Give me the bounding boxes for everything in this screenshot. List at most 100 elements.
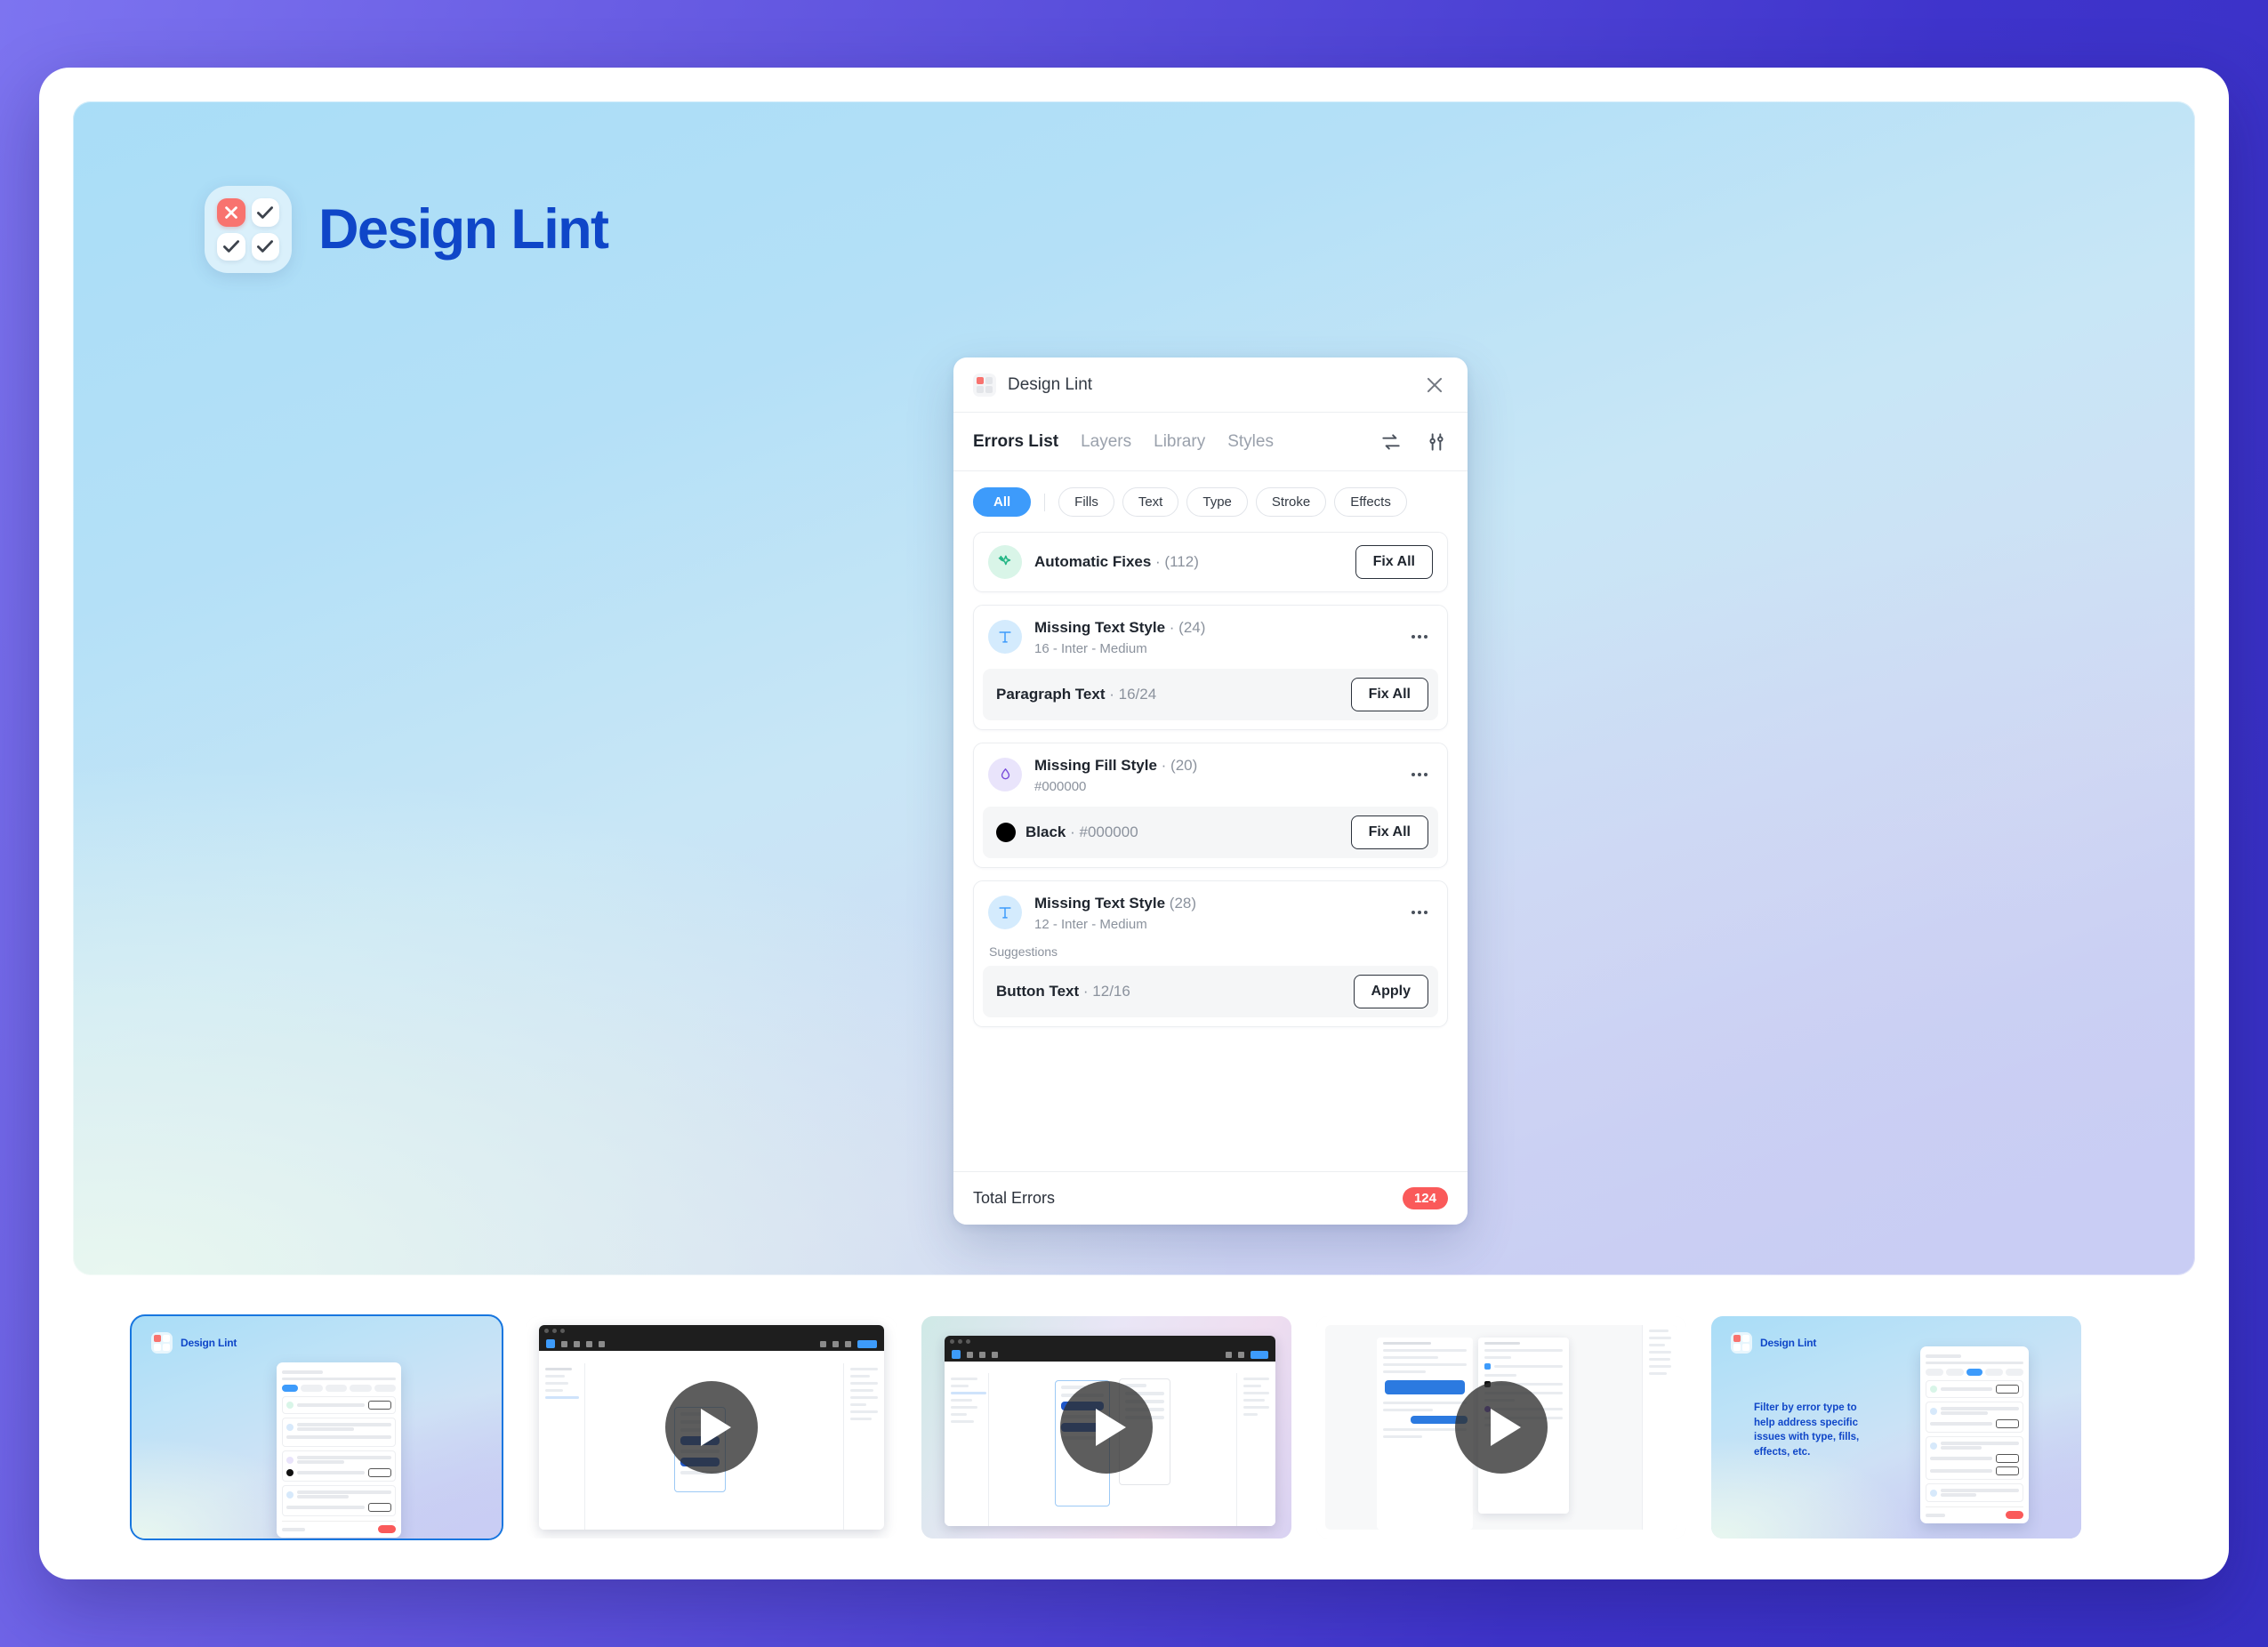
error-group-missing-text-style-28: Missing Text Style (28) 12 - Inter - Med…	[973, 880, 1448, 1027]
item-label: Paragraph Text · 16/24	[996, 686, 1341, 703]
layers-pane	[945, 1373, 989, 1526]
editor-titlebar	[945, 1336, 1275, 1362]
more-options-icon[interactable]	[1406, 623, 1433, 650]
filter-chip-text[interactable]: Text	[1122, 487, 1179, 517]
error-group-automatic-fixes: Automatic Fixes · (112) Fix All	[973, 532, 1448, 592]
table-row[interactable]: Missing Text Style · (24) 16 - Inter - M…	[974, 606, 1447, 669]
list-item[interactable]: Button Text · 12/16 Apply	[983, 965, 1438, 1017]
brand: Design Lint	[205, 186, 609, 273]
group-subtitle: #000000	[1034, 778, 1087, 794]
fix-all-button[interactable]: Fix All	[1355, 545, 1433, 579]
tab-errors-list[interactable]: Errors List	[973, 432, 1058, 452]
lint-grid-logo-icon	[151, 1332, 173, 1354]
item-name: Paragraph Text	[996, 685, 1106, 703]
table-row[interactable]: Automatic Fixes · (112) Fix All	[974, 533, 1447, 591]
group-title-label: Missing Fill Style	[1034, 756, 1157, 774]
close-icon[interactable]	[1421, 372, 1448, 398]
layers-pane	[539, 1363, 585, 1530]
app-card: Design Lint Design Lint Errors List Laye…	[39, 68, 2229, 1579]
thumbnail-image	[1316, 1316, 1686, 1539]
settings-sliders-icon[interactable]	[1425, 430, 1448, 454]
more-options-icon[interactable]	[1406, 761, 1433, 788]
plugin-footer: Total Errors 124	[953, 1171, 1468, 1225]
divider	[1044, 493, 1046, 511]
fill-drop-icon	[988, 758, 1022, 792]
row-text: Missing Fill Style · (20) #000000	[1034, 756, 1394, 794]
logo-tile-check-1	[251, 198, 279, 227]
thumbnail-video-2[interactable]	[921, 1316, 1291, 1539]
lint-grid-logo-icon	[205, 186, 292, 273]
thumbnail-feature[interactable]: Design Lint Filter by error type to help…	[1711, 1316, 2081, 1539]
play-icon[interactable]	[1455, 1381, 1548, 1474]
filter-chip-stroke[interactable]: Stroke	[1255, 487, 1327, 517]
hero-preview: Design Lint Design Lint Errors List Laye…	[73, 101, 2195, 1275]
thumbnail-image	[921, 1316, 1291, 1539]
text-style-icon	[988, 620, 1022, 655]
plugin-titlebar: Design Lint	[953, 358, 1468, 413]
plugin-body: All Fills Text Type Stroke Effects Autom…	[953, 471, 1468, 1171]
tab-layers[interactable]: Layers	[1081, 432, 1131, 452]
feature-caption: Filter by error type to help address spe…	[1754, 1402, 1860, 1458]
error-group-missing-fill-style-20: Missing Fill Style · (20) #000000 Black …	[973, 742, 1448, 868]
apply-button[interactable]: Apply	[1353, 974, 1428, 1008]
more-options-icon[interactable]	[1406, 899, 1433, 926]
error-group-missing-text-style-24: Missing Text Style · (24) 16 - Inter - M…	[973, 605, 1448, 730]
plugin-tabs: Errors List Layers Library Styles	[953, 413, 1468, 471]
text-style-icon	[988, 896, 1022, 930]
logo-tile-error	[217, 198, 245, 227]
mini-plugin-window	[1920, 1346, 2029, 1523]
play-icon[interactable]	[1060, 1381, 1153, 1474]
group-count: · (24)	[1169, 619, 1206, 636]
group-subtitle: 12 - Inter - Medium	[1034, 916, 1147, 932]
design-lint-app-icon	[973, 373, 996, 397]
window-dots	[945, 1336, 1275, 1347]
group-title-label: Automatic Fixes	[1034, 552, 1152, 570]
total-errors-label: Total Errors	[973, 1189, 1056, 1207]
fix-all-button[interactable]: Fix All	[1350, 677, 1428, 711]
group-subtitle: 16 - Inter - Medium	[1034, 640, 1147, 656]
group-count: · (20)	[1161, 756, 1198, 774]
play-icon[interactable]	[665, 1381, 758, 1474]
tab-styles[interactable]: Styles	[1227, 432, 1274, 452]
item-name: Black	[1025, 823, 1066, 840]
mini-plugin-window	[277, 1362, 401, 1538]
thumbnail-cover[interactable]: Design Lint	[130, 1314, 503, 1540]
filter-chip-effects[interactable]: Effects	[1334, 487, 1407, 517]
item-label: Button Text · 12/16	[996, 983, 1344, 1000]
properties-pane	[1642, 1325, 1677, 1530]
thumbnail-video-1[interactable]	[527, 1316, 897, 1539]
page-title: Design Lint	[318, 197, 609, 261]
mini-brand: Design Lint	[1731, 1332, 1816, 1354]
thumbnail-video-3[interactable]	[1316, 1316, 1686, 1539]
table-row[interactable]: Missing Fill Style · (20) #000000	[974, 743, 1447, 807]
group-count: · (112)	[1155, 552, 1199, 570]
group-title: Missing Text Style (28)	[1034, 894, 1394, 914]
item-label: Black · #000000	[1025, 824, 1341, 841]
thumbnail-image: Design Lint Filter by error type to help…	[1711, 1316, 2081, 1539]
filter-chip-all[interactable]: All	[973, 487, 1032, 517]
sparkle-auto-fix-icon	[988, 545, 1022, 579]
plugin-window: Design Lint Errors List Layers Library S…	[953, 358, 1468, 1225]
group-title: Missing Fill Style · (20)	[1034, 756, 1394, 776]
refresh-swap-icon[interactable]	[1379, 430, 1403, 454]
editor-toolbar	[539, 1337, 884, 1351]
filter-chip-fills[interactable]: Fills	[1058, 487, 1114, 517]
tab-library[interactable]: Library	[1154, 432, 1205, 452]
group-title: Automatic Fixes · (112)	[1034, 552, 1343, 573]
table-row[interactable]: Missing Text Style (28) 12 - Inter - Med…	[974, 881, 1447, 944]
thumbnail-image	[527, 1316, 897, 1539]
item-value: · 16/24	[1109, 685, 1157, 703]
mini-brand-label: Design Lint	[181, 1337, 237, 1349]
filter-chip-type[interactable]: Type	[1186, 487, 1248, 517]
filter-chips: All Fills Text Type Stroke Effects	[973, 487, 1448, 517]
mini-brand: Design Lint	[151, 1332, 237, 1354]
list-item[interactable]: Black · #000000 Fix All	[983, 806, 1438, 858]
list-item[interactable]: Paragraph Text · 16/24 Fix All	[983, 668, 1438, 720]
fix-all-button[interactable]: Fix All	[1350, 815, 1428, 849]
item-value: · #000000	[1070, 823, 1138, 840]
mini-brand-label: Design Lint	[1760, 1337, 1817, 1349]
group-count: (28)	[1169, 894, 1197, 912]
logo-tile-check-2	[217, 232, 245, 261]
plugin-title: Design Lint	[1008, 374, 1093, 394]
editor-toolbar	[945, 1347, 1275, 1362]
